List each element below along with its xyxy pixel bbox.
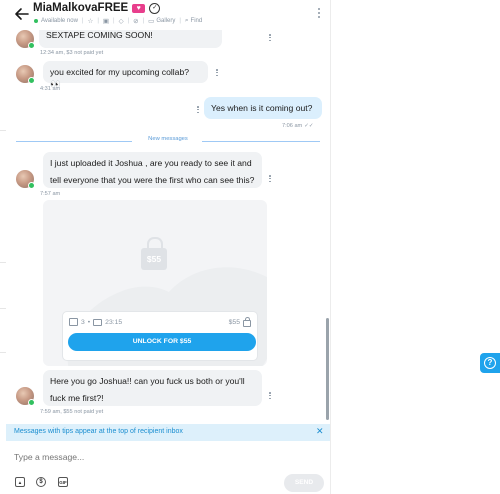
online-indicator bbox=[28, 399, 35, 406]
chat-header: MiaMalkovaFREE ♥ ✓ Available now | ☆ | ▣… bbox=[6, 0, 330, 30]
price-badge: $55 bbox=[141, 248, 167, 270]
read-check-icon: ✓✓ bbox=[304, 123, 314, 129]
avatar[interactable] bbox=[16, 30, 35, 49]
message-meta: 7:06 am ✓✓ bbox=[282, 123, 314, 129]
tip-dollar-icon[interactable]: $ bbox=[36, 477, 46, 487]
message-bubble: I just uploaded it Joshua , are you read… bbox=[43, 152, 262, 188]
gif-icon[interactable]: GIF bbox=[58, 477, 68, 487]
close-icon[interactable]: ✕ bbox=[316, 426, 324, 437]
message-text: tell everyone that you were the first wh… bbox=[50, 175, 255, 185]
back-arrow-icon[interactable] bbox=[14, 6, 30, 22]
gallery-icon[interactable]: ▭ bbox=[148, 17, 154, 25]
locked-media-card[interactable]: $55 3 • 23:15 $55 UNLOCK FOR $55 bbox=[43, 200, 267, 366]
message-time: 7:06 am bbox=[282, 123, 303, 129]
message-text: Here you go Joshua!! can you fuck us bot… bbox=[50, 376, 245, 386]
online-indicator bbox=[28, 42, 35, 49]
image-upload-icon[interactable]: ▲ bbox=[15, 477, 25, 487]
more-icon[interactable] bbox=[216, 69, 218, 77]
online-indicator bbox=[28, 77, 35, 84]
unlock-button[interactable]: UNLOCK FOR $55 bbox=[68, 333, 256, 351]
heart-icon: ♥ bbox=[132, 3, 146, 13]
message-meta: 4:31 am bbox=[40, 86, 61, 92]
avatar[interactable] bbox=[16, 170, 35, 189]
chat-title[interactable]: MiaMalkovaFREE bbox=[33, 2, 128, 14]
new-messages-label: New messages bbox=[144, 136, 192, 142]
help-button[interactable]: ? bbox=[480, 353, 500, 373]
message-meta: 7:59 am, $55 not paid yet bbox=[40, 409, 104, 415]
tips-notice-text: Messages with tips appear at the top of … bbox=[14, 428, 183, 435]
media-info-box: 3 • 23:15 $55 UNLOCK FOR $55 bbox=[62, 311, 258, 361]
gallery-link[interactable]: Gallery bbox=[156, 18, 175, 24]
mute-icon[interactable]: ⊘ bbox=[133, 17, 138, 25]
more-icon[interactable] bbox=[197, 106, 199, 114]
tips-notice: Messages with tips appear at the top of … bbox=[6, 424, 330, 441]
find-link[interactable]: Find bbox=[191, 18, 203, 24]
verified-icon: ✓ bbox=[149, 2, 161, 14]
online-indicator bbox=[28, 182, 35, 189]
message-text: I just uploaded it Joshua , are you read… bbox=[50, 158, 252, 168]
chat-panel: SEXTAPE COMING SOON! 12:34 am, $3 not pa… bbox=[6, 0, 330, 494]
avatar[interactable] bbox=[16, 387, 35, 406]
more-icon[interactable] bbox=[269, 34, 271, 42]
message-bubble: Here you go Joshua!! can you fuck us bot… bbox=[43, 370, 262, 406]
message-text: fuck me first?! bbox=[50, 393, 104, 403]
message-list[interactable]: SEXTAPE COMING SOON! 12:34 am, $3 not pa… bbox=[6, 0, 330, 424]
message-bubble-outgoing: Yes when is it coming out? bbox=[204, 97, 322, 119]
online-indicator bbox=[34, 19, 38, 23]
help-icon: ? bbox=[484, 357, 496, 369]
availability-status: Available now bbox=[41, 18, 78, 24]
more-icon[interactable] bbox=[269, 392, 271, 400]
header-actions: Available now | ☆ | ▣ | ◇ | ⊘ | ▭ Galler… bbox=[34, 17, 202, 25]
more-icon[interactable] bbox=[269, 175, 271, 183]
image-icon[interactable]: ▣ bbox=[103, 17, 109, 25]
message-text: Yes when is it coming out? bbox=[211, 103, 313, 113]
message-text: you excited for my upcoming collab? 👀 bbox=[50, 67, 190, 89]
scrollbar[interactable] bbox=[326, 318, 329, 420]
message-meta: 7:57 am bbox=[40, 191, 61, 197]
message-text: SEXTAPE COMING SOON! bbox=[46, 30, 153, 40]
avatar[interactable] bbox=[16, 65, 35, 84]
send-button[interactable]: SEND bbox=[284, 474, 324, 492]
message-bubble: you excited for my upcoming collab? 👀 bbox=[43, 61, 208, 89]
message-meta: 12:34 am, $3 not paid yet bbox=[40, 50, 104, 56]
more-icon[interactable] bbox=[317, 8, 321, 18]
star-icon[interactable]: ☆ bbox=[87, 17, 93, 25]
message-input[interactable] bbox=[14, 450, 314, 464]
search-icon[interactable]: ⌕ bbox=[185, 17, 189, 25]
new-messages-divider: New messages bbox=[16, 136, 320, 146]
tag-icon[interactable]: ◇ bbox=[119, 17, 124, 25]
right-panel bbox=[330, 0, 500, 494]
